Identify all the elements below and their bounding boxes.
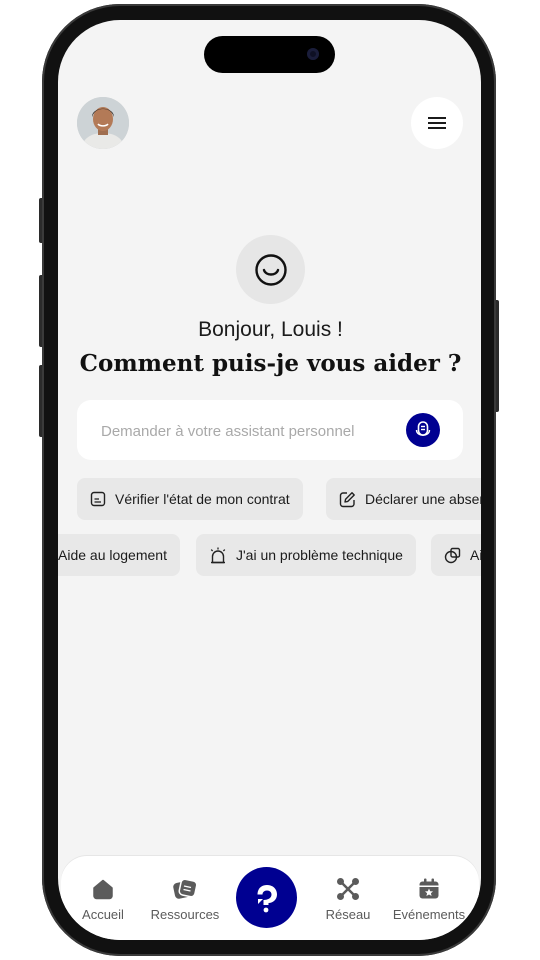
suggestion-label: J'ai un problème technique — [236, 547, 403, 563]
camera-icon — [307, 48, 319, 60]
alarm-icon — [209, 547, 227, 564]
nav-label: Evénements — [392, 907, 466, 922]
smiley-icon — [254, 253, 287, 286]
suggestion-chip-housing[interactable]: Aide au logement — [58, 534, 180, 576]
nav-item-evenements[interactable]: Evénements — [389, 856, 469, 940]
app-screen: Bonjour, Louis ! Comment puis-je vous ai… — [58, 20, 481, 940]
assistant-input[interactable] — [99, 400, 403, 462]
edit-icon — [339, 491, 356, 508]
document-icon — [90, 491, 106, 507]
dynamic-island — [204, 36, 335, 73]
nav-label: Réseau — [325, 907, 371, 922]
hamburger-menu-icon — [428, 117, 446, 129]
nav-item-ressources[interactable]: Ressources — [145, 856, 225, 940]
nav-label: Ressources — [150, 907, 220, 922]
suggestion-label: Ai — [470, 547, 481, 563]
microphone-icon — [415, 421, 431, 436]
nav-item-accueil[interactable]: Accueil — [63, 856, 143, 940]
suggestion-label: Déclarer une absence — [365, 491, 481, 507]
home-icon — [91, 876, 115, 902]
profile-photo-icon — [77, 97, 129, 149]
suggestion-label: Aide au logement — [58, 547, 167, 563]
assistant-icon — [257, 884, 277, 912]
suggestion-chip-contract[interactable]: Vérifier l'état de mon contrat — [77, 478, 303, 520]
shape-icon — [444, 547, 461, 564]
assistant-button[interactable] — [236, 867, 297, 928]
bottom-nav: Accueil Ressources Réseau Evénements — [61, 856, 479, 940]
page-title: Comment puis-je vous aider ? — [79, 350, 462, 377]
suggestion-chip-technical[interactable]: J'ai un problème technique — [196, 534, 416, 576]
avatar[interactable] — [77, 97, 129, 149]
nav-item-reseau[interactable]: Réseau — [308, 856, 388, 940]
calendar-icon — [417, 876, 441, 902]
nav-label: Accueil — [82, 907, 124, 922]
assistant-search-box — [77, 400, 463, 462]
assistant-avatar — [236, 235, 305, 304]
suggestion-label: Vérifier l'état de mon contrat — [115, 491, 290, 507]
menu-button[interactable] — [411, 97, 463, 149]
suggestion-chip-absence[interactable]: Déclarer une absence — [326, 478, 481, 520]
resources-icon — [172, 876, 198, 902]
suggestion-chip-other[interactable]: Ai — [431, 534, 481, 576]
microphone-button[interactable] — [406, 413, 440, 447]
greeting-text: Bonjour, Louis ! — [198, 318, 343, 341]
network-icon — [336, 876, 360, 902]
